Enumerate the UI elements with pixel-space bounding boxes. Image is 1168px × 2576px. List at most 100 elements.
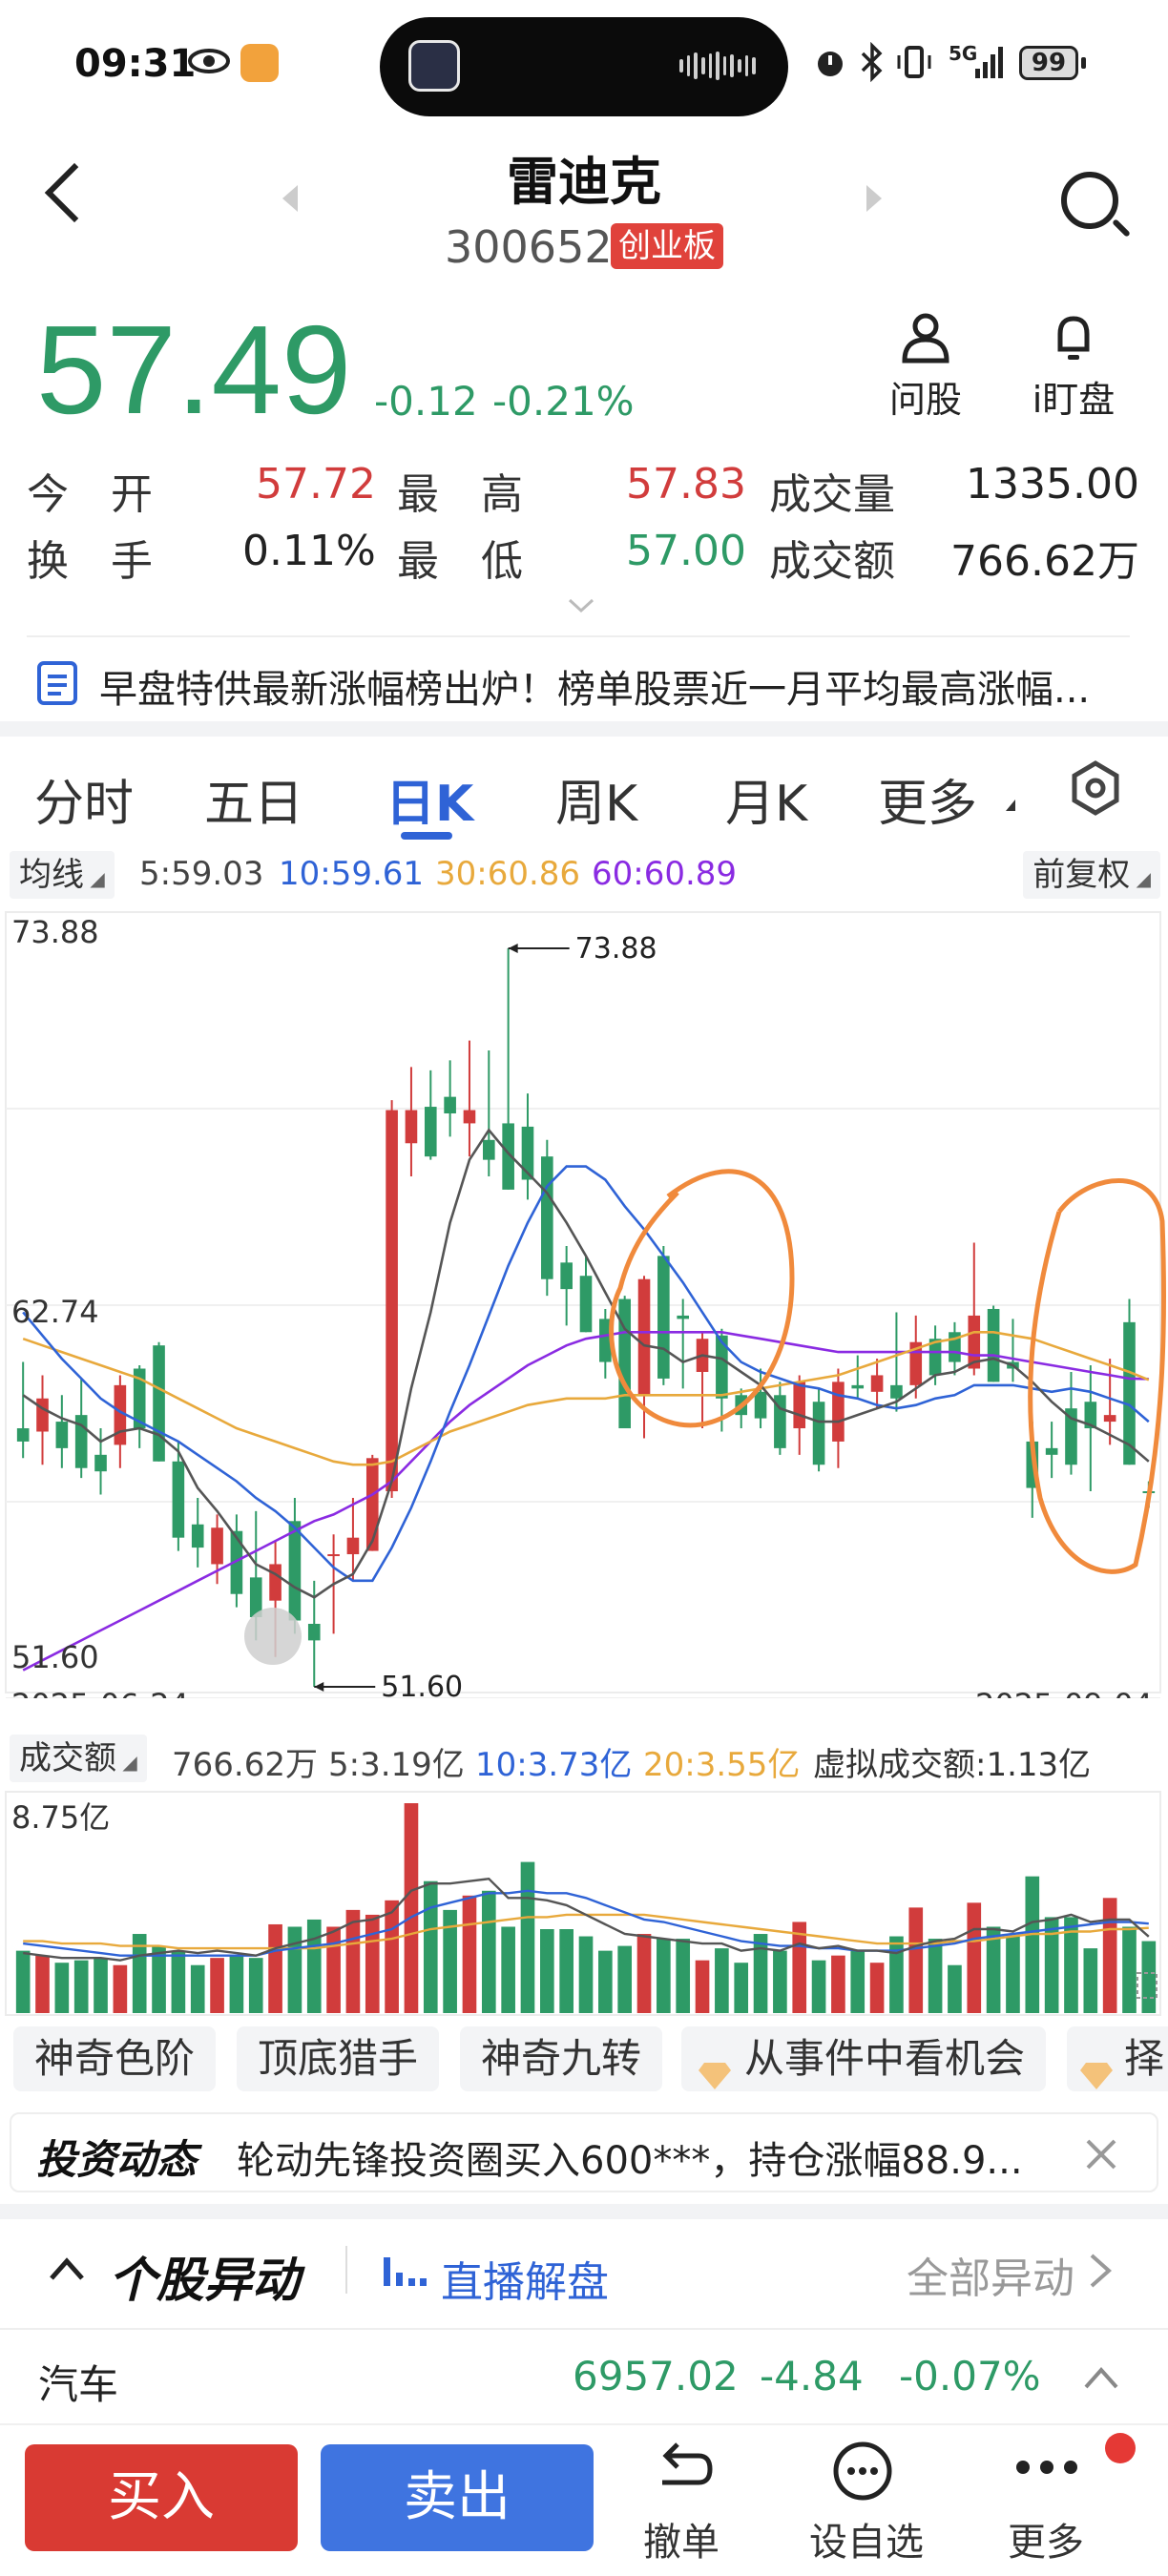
candlestick-chart[interactable]: 73.88 62.74 51.60 2025-06-24 2025-09-04 73.88… (0, 906, 1168, 1698)
volume-bar (540, 1929, 554, 2013)
diamond-icon (1080, 2044, 1113, 2089)
news-banner[interactable]: 早盘特供最新涨幅榜出炉！榜单股票近一月平均最高涨幅... (0, 639, 1168, 725)
candle (832, 1368, 845, 1468)
collapse-chevron-icon[interactable] (1082, 2364, 1120, 2391)
volume-bar (306, 1919, 322, 2013)
live-commentary-label: 直播解盘 (441, 2258, 609, 2307)
all-movers-link[interactable]: 全部异动 (907, 2244, 1074, 2305)
volume-selector-label: 成交额 (19, 1739, 116, 1777)
divider (0, 2328, 1168, 2330)
candle-body (211, 1527, 223, 1565)
candle (444, 1060, 456, 1137)
candle (812, 1388, 825, 1472)
candle (55, 1395, 69, 1468)
volume-bar (773, 1950, 787, 2013)
candle-body (870, 1375, 884, 1392)
invest-news-text: 轮动先锋投资圈买入600***，持仓涨幅88.9... (237, 2139, 1023, 2183)
tab-five-day[interactable]: 五日 (204, 763, 303, 835)
x-axis-end-label: 2025-09-04 (975, 1687, 1153, 1698)
status-bar: 09:31 5G 99 (0, 0, 1168, 134)
candle (153, 1341, 165, 1462)
volume-label: 成交量 (769, 470, 895, 519)
candle (1007, 1319, 1019, 1382)
more-label[interactable]: 更多 (1008, 2511, 1084, 2566)
status-time: 09:31 (74, 42, 197, 86)
eye-icon (188, 49, 230, 73)
candle (386, 1100, 398, 1498)
tab-intraday[interactable]: 分时 (34, 763, 134, 835)
candle-body (793, 1381, 806, 1429)
amount-value: 766.62万 (950, 537, 1139, 586)
section-gap (0, 721, 1168, 737)
volume-bar (948, 1964, 962, 2013)
tag-color-scale[interactable]: 神奇色阶 (13, 2026, 217, 2091)
volume-bar (73, 1960, 89, 2013)
cancel-order-label[interactable]: 撤单 (643, 2511, 720, 2566)
tag-event-opportunity[interactable]: 从事件中看机会 (681, 2026, 1047, 2091)
sector-row[interactable]: 汽车 6957.02 -4.84 -0.07% (0, 2332, 1168, 2423)
volume-bar (35, 1955, 50, 2013)
ma-selector[interactable]: 均线 ◢ (10, 851, 115, 899)
active-tab-indicator (401, 832, 452, 840)
volume-bar (908, 1907, 924, 2013)
dropdown-triangle-icon: ◢ (84, 867, 105, 890)
tag-magic-nine[interactable]: 神奇九转 (460, 2026, 663, 2091)
dropdown-triangle-icon: ◢ (1130, 867, 1151, 890)
chevron-right-icon[interactable] (1088, 2252, 1113, 2290)
volume-bar (598, 1950, 613, 2013)
low-value: 57.00 (626, 527, 746, 575)
expand-chevron-icon[interactable] (567, 597, 595, 614)
collapse-chevron-icon[interactable] (48, 2255, 86, 2282)
search-button[interactable] (1061, 172, 1118, 229)
watch-button[interactable]: i盯盘 (1021, 311, 1126, 423)
candle-body (94, 1454, 107, 1472)
sector-pct: -0.07% (899, 2353, 1041, 2399)
volume-bar (1044, 1917, 1059, 2013)
more-circle-icon[interactable] (832, 2441, 893, 2502)
candle-body (1045, 1447, 1058, 1455)
candle (405, 1067, 418, 1177)
undo-icon[interactable] (649, 2442, 716, 2500)
volume-bar (831, 1955, 845, 2013)
tab-daily-k[interactable]: 日K (386, 763, 473, 835)
buy-button[interactable]: 买入 (25, 2444, 298, 2551)
amount-label: 成交额 (769, 537, 895, 586)
volume-chart[interactable]: 8.75亿 (0, 1788, 1168, 2026)
tag-select[interactable]: 择 (1067, 2026, 1168, 2091)
volume-bar (287, 1926, 302, 2013)
volume-bar (268, 1923, 282, 2013)
volume-bar (617, 1945, 632, 2013)
add-watchlist-label[interactable]: 设自选 (809, 2511, 924, 2566)
close-icon[interactable] (1082, 2135, 1120, 2173)
candle-body (327, 1554, 340, 1557)
candle-body (579, 1276, 593, 1333)
vibrate-icon (897, 46, 931, 78)
adjust-selector[interactable]: 前复权 ◢ (1023, 851, 1160, 899)
battery-tip (1081, 57, 1086, 69)
candle (288, 1497, 302, 1634)
tag-select-label: 择 (1124, 2035, 1165, 2082)
dropdown-triangle-icon: ◢ (116, 1751, 137, 1774)
candle (16, 1361, 30, 1459)
volume-bar (229, 1955, 244, 2013)
tab-monthly-k[interactable]: 月K (725, 763, 807, 835)
tag-top-bottom-hunter[interactable]: 顶底猎手 (237, 2026, 440, 2091)
watch-label: i盯盘 (1032, 379, 1116, 421)
volume-bar (889, 1936, 904, 2013)
tab-more[interactable]: 更多 (878, 763, 977, 835)
document-icon (37, 661, 77, 705)
ma60-value: 60:60.89 (592, 855, 738, 893)
sell-button[interactable]: 卖出 (321, 2444, 594, 2551)
tab-weekly-k[interactable]: 周K (555, 763, 637, 835)
invest-news-bar[interactable]: 投资动态 轮动先锋投资圈买入600***，持仓涨幅88.9... (10, 2112, 1158, 2192)
candle-body (172, 1461, 185, 1538)
price-change-pct: -0.21% (492, 378, 635, 425)
settings-hexagon-icon[interactable] (1067, 759, 1124, 817)
next-stock-icon[interactable] (866, 185, 882, 212)
ellipsis-icon[interactable] (1013, 2456, 1080, 2479)
sector-change: -4.84 (760, 2353, 864, 2399)
ask-stock-button[interactable]: 问股 (887, 311, 964, 423)
volume-selector[interactable]: 成交额 ◢ (10, 1735, 147, 1782)
candle-body (1103, 1415, 1116, 1423)
invest-news-title: 投资动态 (36, 2136, 198, 2183)
